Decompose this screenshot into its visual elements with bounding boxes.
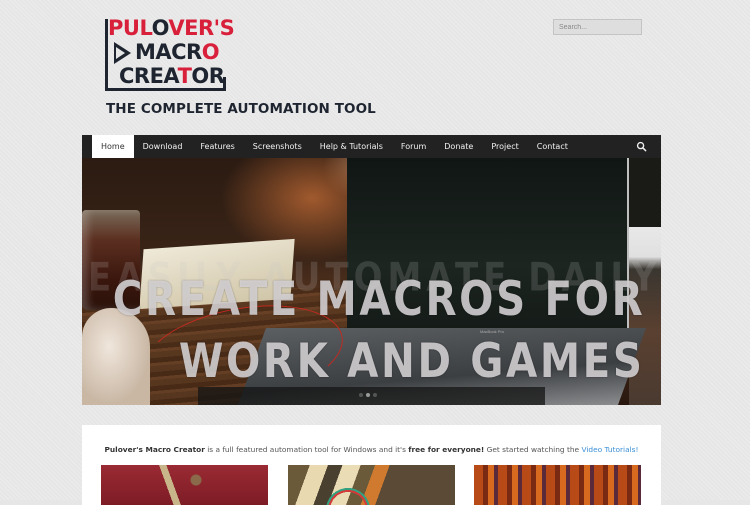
nav-item-forum[interactable]: Forum: [392, 135, 435, 158]
content-panel: Pulover's Macro Creator is a full featur…: [82, 425, 661, 505]
logo-line-2: MACRO: [135, 40, 220, 64]
slider-dot[interactable]: [373, 393, 377, 397]
nav-item-project[interactable]: Project: [482, 135, 527, 158]
intro-text: Pulover's Macro Creator is a full featur…: [82, 445, 661, 454]
site-tagline: THE COMPLETE AUTOMATION TOOL: [106, 101, 376, 117]
play-icon: [114, 42, 131, 64]
slider-dot[interactable]: [359, 393, 363, 397]
thumbnail-darts[interactable]: [288, 465, 455, 505]
nav-item-contact[interactable]: Contact: [528, 135, 577, 158]
intro-text-1: is a full featured automation tool for W…: [204, 445, 409, 454]
search-icon[interactable]: [636, 141, 647, 152]
main-navigation: Home Download Features Screenshots Help …: [82, 135, 661, 158]
nav-item-download[interactable]: Download: [134, 135, 192, 158]
intro-text-2: Get started watching the: [484, 445, 582, 454]
intro-brand: Pulover's Macro Creator: [104, 445, 205, 454]
slide-headline-line-2: WORK AND GAMES: [179, 334, 645, 389]
nav-item-donate[interactable]: Donate: [435, 135, 482, 158]
nav-item-help-tutorials[interactable]: Help & Tutorials: [311, 135, 392, 158]
slide-headline-line-1: CREATE MACROS FOR: [112, 272, 645, 327]
site-logo[interactable]: PULOVER'S MACRO CREATOR: [105, 17, 235, 93]
nav-item-home[interactable]: Home: [92, 135, 134, 158]
hero-slider[interactable]: MacBook Pro EASILY AUTOMATE DAILY TASKS …: [82, 158, 661, 405]
thumbnail-arcade[interactable]: [474, 465, 641, 505]
intro-free: free for everyone!: [408, 445, 485, 454]
nav-item-screenshots[interactable]: Screenshots: [244, 135, 311, 158]
video-tutorials-link[interactable]: Video Tutorials!: [581, 445, 638, 454]
nav-item-features[interactable]: Features: [191, 135, 243, 158]
thumbnail-bolts[interactable]: [101, 465, 268, 505]
search-input[interactable]: [553, 19, 642, 35]
slider-pagination: [359, 393, 377, 397]
logo-line-3: CREATOR: [119, 64, 225, 88]
slider-dot-active[interactable]: [366, 393, 370, 397]
logo-line-1: PULOVER'S: [108, 16, 235, 40]
